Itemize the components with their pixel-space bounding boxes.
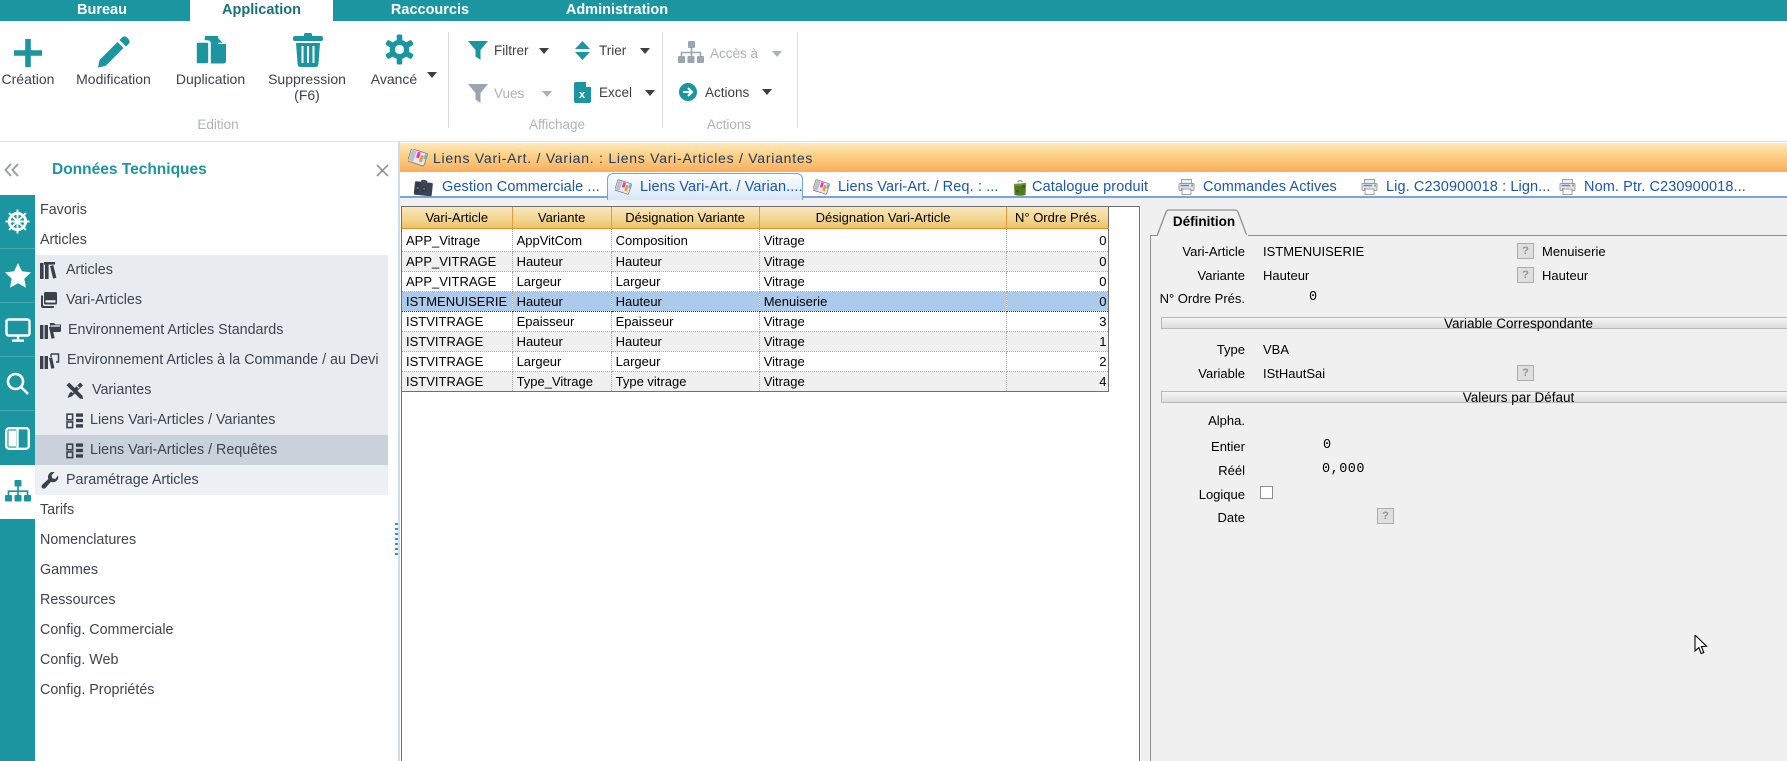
svg-text:x: x (579, 89, 586, 101)
